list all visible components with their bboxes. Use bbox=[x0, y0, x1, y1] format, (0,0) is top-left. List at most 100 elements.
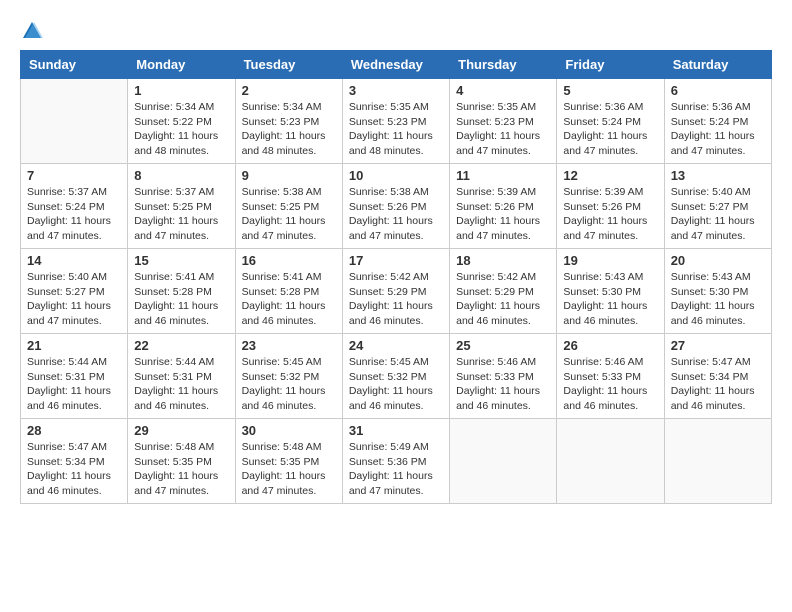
day-info: Sunrise: 5:37 AM Sunset: 5:25 PM Dayligh… bbox=[134, 185, 228, 244]
calendar-cell: 25 Sunrise: 5:46 AM Sunset: 5:33 PM Dayli… bbox=[450, 334, 557, 419]
calendar-cell: 29 Sunrise: 5:48 AM Sunset: 5:35 PM Dayli… bbox=[128, 419, 235, 504]
day-info: Sunrise: 5:42 AM Sunset: 5:29 PM Dayligh… bbox=[349, 270, 443, 329]
day-header-tuesday: Tuesday bbox=[235, 51, 342, 79]
logo bbox=[20, 20, 44, 42]
calendar-cell bbox=[664, 419, 771, 504]
day-info: Sunrise: 5:42 AM Sunset: 5:29 PM Dayligh… bbox=[456, 270, 550, 329]
calendar-cell: 1 Sunrise: 5:34 AM Sunset: 5:22 PM Daylig… bbox=[128, 79, 235, 164]
day-info: Sunrise: 5:47 AM Sunset: 5:34 PM Dayligh… bbox=[671, 355, 765, 414]
week-row-2: 7Sunrise: 5:37 AM Sunset: 5:24 PM Daylig… bbox=[21, 164, 772, 249]
day-number: 10 bbox=[349, 168, 443, 183]
day-info: Sunrise: 5:39 AM Sunset: 5:26 PM Dayligh… bbox=[456, 185, 550, 244]
day-header-saturday: Saturday bbox=[664, 51, 771, 79]
calendar-cell: 10 Sunrise: 5:38 AM Sunset: 5:26 PM Dayli… bbox=[342, 164, 449, 249]
calendar-cell bbox=[21, 79, 128, 164]
calendar-table: SundayMondayTuesdayWednesdayThursdayFrid… bbox=[20, 50, 772, 504]
day-number: 3 bbox=[349, 83, 443, 98]
week-row-3: 14 Sunrise: 5:40 AM Sunset: 5:27 PM Dayli… bbox=[21, 249, 772, 334]
day-header-monday: Monday bbox=[128, 51, 235, 79]
day-info: Sunrise: 5:47 AM Sunset: 5:34 PM Dayligh… bbox=[27, 440, 121, 499]
day-info: Sunrise: 5:41 AM Sunset: 5:28 PM Dayligh… bbox=[134, 270, 228, 329]
calendar-cell: 22 Sunrise: 5:44 AM Sunset: 5:31 PM Dayli… bbox=[128, 334, 235, 419]
calendar-cell bbox=[450, 419, 557, 504]
calendar-cell: 28Sunrise: 5:47 AM Sunset: 5:34 PM Dayli… bbox=[21, 419, 128, 504]
calendar-cell: 19Sunrise: 5:43 AM Sunset: 5:30 PM Dayli… bbox=[557, 249, 664, 334]
day-number: 1 bbox=[134, 83, 228, 98]
day-header-thursday: Thursday bbox=[450, 51, 557, 79]
calendar-cell: 8 Sunrise: 5:37 AM Sunset: 5:25 PM Daylig… bbox=[128, 164, 235, 249]
calendar-cell: 17 Sunrise: 5:42 AM Sunset: 5:29 PM Dayli… bbox=[342, 249, 449, 334]
day-info: Sunrise: 5:34 AM Sunset: 5:23 PM Dayligh… bbox=[242, 100, 336, 159]
day-number: 13 bbox=[671, 168, 765, 183]
day-number: 12 bbox=[563, 168, 657, 183]
day-info: Sunrise: 5:46 AM Sunset: 5:33 PM Dayligh… bbox=[563, 355, 657, 414]
day-info: Sunrise: 5:43 AM Sunset: 5:30 PM Dayligh… bbox=[563, 270, 657, 329]
calendar-cell bbox=[557, 419, 664, 504]
day-info: Sunrise: 5:49 AM Sunset: 5:36 PM Dayligh… bbox=[349, 440, 443, 499]
calendar-cell: 6 Sunrise: 5:36 AM Sunset: 5:24 PM Daylig… bbox=[664, 79, 771, 164]
calendar-cell: 5 Sunrise: 5:36 AM Sunset: 5:24 PM Daylig… bbox=[557, 79, 664, 164]
day-info: Sunrise: 5:44 AM Sunset: 5:31 PM Dayligh… bbox=[134, 355, 228, 414]
calendar-cell: 18 Sunrise: 5:42 AM Sunset: 5:29 PM Dayli… bbox=[450, 249, 557, 334]
day-number: 31 bbox=[349, 423, 443, 438]
day-number: 2 bbox=[242, 83, 336, 98]
day-info: Sunrise: 5:35 AM Sunset: 5:23 PM Dayligh… bbox=[456, 100, 550, 159]
calendar-cell: 31 Sunrise: 5:49 AM Sunset: 5:36 PM Dayli… bbox=[342, 419, 449, 504]
day-number: 5 bbox=[563, 83, 657, 98]
day-info: Sunrise: 5:36 AM Sunset: 5:24 PM Dayligh… bbox=[563, 100, 657, 159]
day-number: 24 bbox=[349, 338, 443, 353]
day-number: 27 bbox=[671, 338, 765, 353]
day-number: 16 bbox=[242, 253, 336, 268]
calendar-cell: 24 Sunrise: 5:45 AM Sunset: 5:32 PM Dayli… bbox=[342, 334, 449, 419]
day-info: Sunrise: 5:35 AM Sunset: 5:23 PM Dayligh… bbox=[349, 100, 443, 159]
day-info: Sunrise: 5:39 AM Sunset: 5:26 PM Dayligh… bbox=[563, 185, 657, 244]
day-info: Sunrise: 5:36 AM Sunset: 5:24 PM Dayligh… bbox=[671, 100, 765, 159]
day-number: 18 bbox=[456, 253, 550, 268]
calendar-cell: 30 Sunrise: 5:48 AM Sunset: 5:35 PM Dayli… bbox=[235, 419, 342, 504]
calendar-cell: 7Sunrise: 5:37 AM Sunset: 5:24 PM Daylig… bbox=[21, 164, 128, 249]
calendar-cell: 14 Sunrise: 5:40 AM Sunset: 5:27 PM Dayli… bbox=[21, 249, 128, 334]
page-header bbox=[20, 20, 772, 42]
header-row: SundayMondayTuesdayWednesdayThursdayFrid… bbox=[21, 51, 772, 79]
day-number: 30 bbox=[242, 423, 336, 438]
day-info: Sunrise: 5:40 AM Sunset: 5:27 PM Dayligh… bbox=[671, 185, 765, 244]
day-header-friday: Friday bbox=[557, 51, 664, 79]
calendar-cell: 12 Sunrise: 5:39 AM Sunset: 5:26 PM Dayli… bbox=[557, 164, 664, 249]
day-number: 25 bbox=[456, 338, 550, 353]
calendar-cell: 11 Sunrise: 5:39 AM Sunset: 5:26 PM Dayli… bbox=[450, 164, 557, 249]
day-info: Sunrise: 5:45 AM Sunset: 5:32 PM Dayligh… bbox=[349, 355, 443, 414]
calendar-cell: 13 Sunrise: 5:40 AM Sunset: 5:27 PM Dayli… bbox=[664, 164, 771, 249]
day-number: 11 bbox=[456, 168, 550, 183]
day-info: Sunrise: 5:41 AM Sunset: 5:28 PM Dayligh… bbox=[242, 270, 336, 329]
calendar-cell: 4 Sunrise: 5:35 AM Sunset: 5:23 PM Daylig… bbox=[450, 79, 557, 164]
day-number: 29 bbox=[134, 423, 228, 438]
day-info: Sunrise: 5:34 AM Sunset: 5:22 PM Dayligh… bbox=[134, 100, 228, 159]
day-info: Sunrise: 5:37 AM Sunset: 5:24 PM Dayligh… bbox=[27, 185, 121, 244]
day-number: 4 bbox=[456, 83, 550, 98]
calendar-cell: 23Sunrise: 5:45 AM Sunset: 5:32 PM Dayli… bbox=[235, 334, 342, 419]
day-number: 15 bbox=[134, 253, 228, 268]
day-number: 17 bbox=[349, 253, 443, 268]
day-number: 6 bbox=[671, 83, 765, 98]
calendar-cell: 16 Sunrise: 5:41 AM Sunset: 5:28 PM Dayli… bbox=[235, 249, 342, 334]
day-info: Sunrise: 5:38 AM Sunset: 5:26 PM Dayligh… bbox=[349, 185, 443, 244]
day-info: Sunrise: 5:48 AM Sunset: 5:35 PM Dayligh… bbox=[134, 440, 228, 499]
day-number: 20 bbox=[671, 253, 765, 268]
calendar-cell: 21Sunrise: 5:44 AM Sunset: 5:31 PM Dayli… bbox=[21, 334, 128, 419]
day-number: 14 bbox=[27, 253, 121, 268]
calendar-cell: 9Sunrise: 5:38 AM Sunset: 5:25 PM Daylig… bbox=[235, 164, 342, 249]
day-info: Sunrise: 5:40 AM Sunset: 5:27 PM Dayligh… bbox=[27, 270, 121, 329]
day-number: 22 bbox=[134, 338, 228, 353]
logo-text bbox=[20, 20, 44, 42]
calendar-cell: 2 Sunrise: 5:34 AM Sunset: 5:23 PM Daylig… bbox=[235, 79, 342, 164]
day-header-sunday: Sunday bbox=[21, 51, 128, 79]
day-info: Sunrise: 5:38 AM Sunset: 5:25 PM Dayligh… bbox=[242, 185, 336, 244]
day-info: Sunrise: 5:44 AM Sunset: 5:31 PM Dayligh… bbox=[27, 355, 121, 414]
day-number: 8 bbox=[134, 168, 228, 183]
week-row-1: 1 Sunrise: 5:34 AM Sunset: 5:22 PM Daylig… bbox=[21, 79, 772, 164]
day-info: Sunrise: 5:48 AM Sunset: 5:35 PM Dayligh… bbox=[242, 440, 336, 499]
day-info: Sunrise: 5:45 AM Sunset: 5:32 PM Dayligh… bbox=[242, 355, 336, 414]
day-number: 26 bbox=[563, 338, 657, 353]
calendar-cell: 3 Sunrise: 5:35 AM Sunset: 5:23 PM Daylig… bbox=[342, 79, 449, 164]
day-info: Sunrise: 5:46 AM Sunset: 5:33 PM Dayligh… bbox=[456, 355, 550, 414]
